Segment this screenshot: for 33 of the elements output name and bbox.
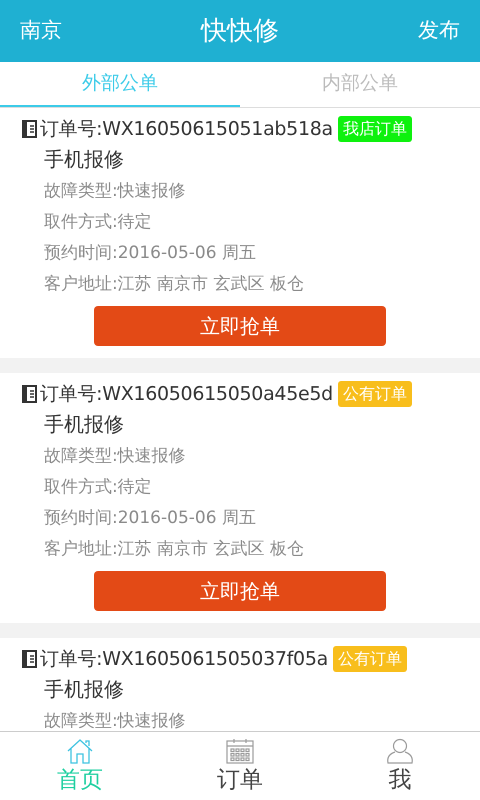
order-detail: 预约时间:2016-05-06 周五 [44,507,257,530]
order-title: 手机报修 [44,146,125,173]
publish-button[interactable]: 发布 [418,15,460,47]
nav-tab[interactable]: 首页 [0,732,160,800]
order-detail: 取件方式:待定 [44,211,153,234]
tab[interactable]: 内部公单 [240,62,480,107]
order-tag: 公有订单 [332,646,407,672]
home-icon [66,738,94,764]
order-detail: 故障类型:快速报修 [44,445,187,468]
order-title: 手机报修 [44,676,125,703]
order-detail: 客户地址:江苏 南京市 玄武区 板仓 [44,538,305,561]
order-detail: 故障类型:快速报修 [44,180,187,203]
nav-tab[interactable]: 我 [320,732,480,800]
nav-tab[interactable]: 订单 [160,732,320,800]
city-selector[interactable]: 南京 [20,15,62,47]
order-detail: 故障类型:快速报修 [44,710,187,731]
document-icon [22,120,37,138]
calendar-icon [226,738,254,764]
person-icon [386,738,414,764]
grab-order-button[interactable]: 立即抢单 [94,571,386,611]
order-tag: 我店订单 [338,116,412,142]
order-detail: 预约时间:2016-05-06 周五 [44,242,257,265]
app-title: 快快修 [201,14,279,48]
order-number: 订单号:WX1605061505037f05a [40,646,328,672]
order-title: 手机报修 [44,411,125,438]
order-detail: 客户地址:江苏 南京市 玄武区 板仓 [44,273,305,296]
document-icon [22,650,37,668]
order-detail: 取件方式:待定 [44,476,153,499]
order-number: 订单号:WX16050615050a45e5d [40,382,333,407]
order-tag: 公有订单 [338,381,412,407]
document-icon [22,385,37,403]
order-number: 订单号:WX16050615051ab518a [40,116,333,142]
grab-order-button[interactable]: 立即抢单 [94,306,386,346]
